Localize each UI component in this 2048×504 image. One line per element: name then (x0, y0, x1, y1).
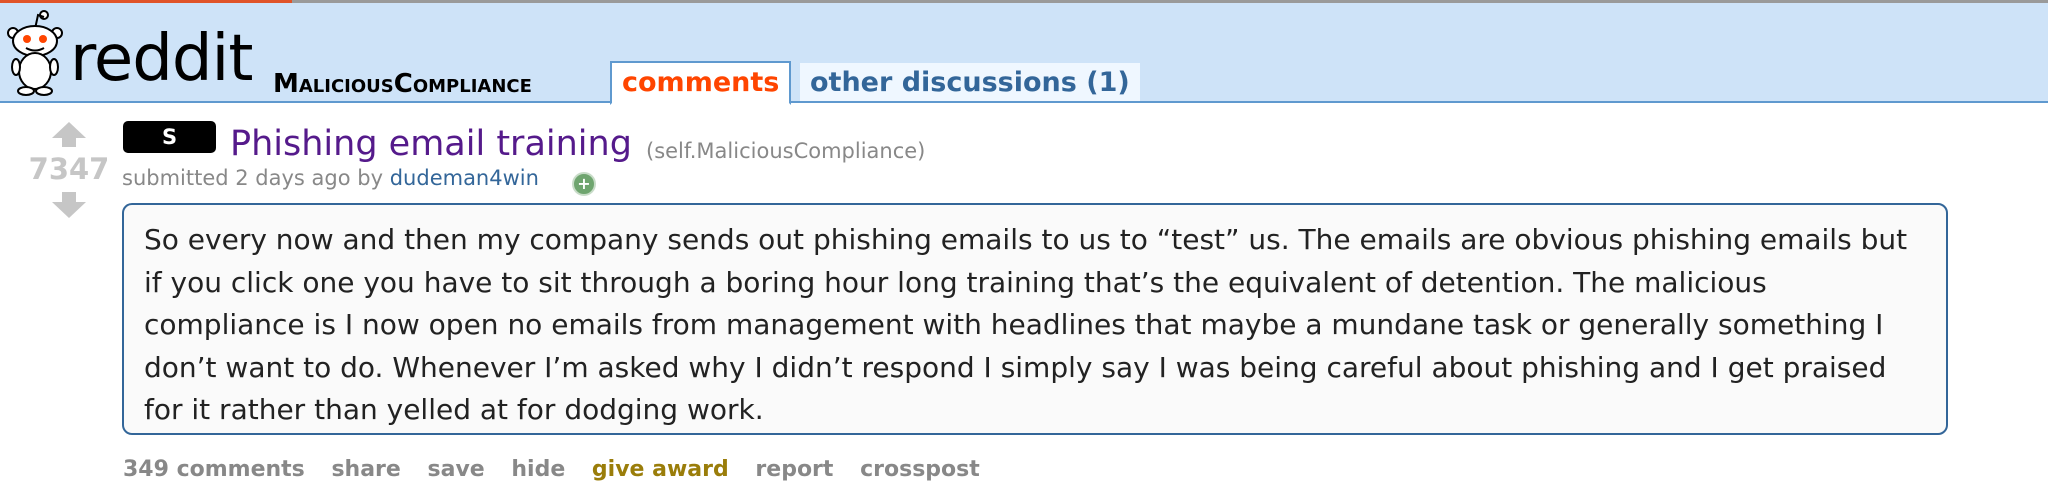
hide-button[interactable]: hide (511, 457, 565, 482)
crosspost-button[interactable]: crosspost (860, 457, 980, 482)
post-title[interactable]: Phishing email training (230, 124, 632, 164)
site-header: reddit MaliciousCompliance comments othe… (0, 3, 2048, 105)
give-award-button[interactable]: give award (592, 457, 729, 482)
plus-icon[interactable]: + (572, 172, 596, 196)
post-domain[interactable]: (self.MaliciousCompliance) (646, 139, 925, 163)
tab-comments[interactable]: comments (610, 61, 792, 105)
post-tagline: submitted 2 days ago by dudeman4win (122, 166, 539, 190)
post-actions: 349 comments share save hide give award … (123, 457, 999, 482)
report-button[interactable]: report (755, 457, 833, 482)
comments-link[interactable]: 349 comments (123, 457, 305, 482)
downvote-icon-stem[interactable] (62, 192, 76, 202)
post-selftext: So every now and then my company sends o… (122, 203, 1948, 435)
subreddit-name[interactable]: MaliciousCompliance (273, 69, 532, 99)
upvote-icon[interactable] (52, 122, 86, 138)
post-flair: S (123, 121, 216, 153)
tab-other-discussions[interactable]: other discussions (1) (800, 63, 1140, 101)
downvote-icon[interactable] (52, 202, 86, 218)
score: 7347 (28, 152, 110, 186)
save-button[interactable]: save (428, 457, 485, 482)
reddit-wordmark[interactable]: reddit (70, 21, 253, 97)
reddit-alien-icon[interactable] (4, 9, 66, 97)
author-link[interactable]: dudeman4win (390, 166, 539, 190)
share-button[interactable]: share (331, 457, 400, 482)
upvote-icon-stem[interactable] (62, 137, 76, 147)
submitted-text: submitted 2 days ago by (122, 166, 384, 190)
